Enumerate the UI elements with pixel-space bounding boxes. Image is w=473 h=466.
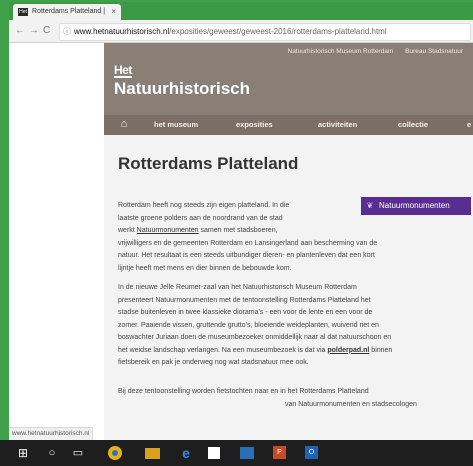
site-logo[interactable]: Het Natuurhistorisch (114, 61, 250, 98)
page-left-margin: www.hetnatuurhistorisch.nl (9, 43, 104, 440)
text-line: Rotterdam heeft nog steeds zijn eigen pl… (118, 202, 290, 209)
store-icon[interactable] (208, 447, 220, 459)
text-line: het weidse landschap verlangen. Na een m… (118, 345, 392, 358)
menu-item-more[interactable]: e (467, 115, 471, 135)
page-title: Rotterdams Platteland (118, 154, 299, 173)
windows-taskbar: ⊞ ○ ▭ e P O (0, 440, 473, 466)
task-view-icon[interactable]: ▭ (70, 445, 86, 461)
text-line: zomer. Paaiende vissen, gruttende grutto… (118, 321, 379, 329)
natuurmonumenten-logo[interactable]: ❦ Natuurmonumenten (361, 197, 471, 215)
paragraph-bike-tours: Bij deze tentoonstelling worden fietstoc… (118, 386, 417, 411)
tab-close-icon[interactable]: × (111, 4, 116, 20)
natuurmonumenten-link[interactable]: Natuurmonumenten (137, 227, 199, 234)
info-icon[interactable]: ⓘ (60, 24, 74, 40)
tab-title: Rotterdams Platteland | (32, 8, 106, 15)
chrome-icon[interactable] (108, 446, 122, 460)
text-line: boswachter Juriaan doen de museumbezoeke… (118, 334, 392, 341)
text-line: van Natuurmonumenten en stadsecologen (285, 400, 417, 408)
top-link-bureau[interactable]: Bureau Stadsnatuur (405, 48, 463, 55)
text-span: binnen (369, 346, 393, 354)
logo-het: Het (114, 63, 132, 78)
windows-start-icon[interactable]: ⊞ (15, 445, 31, 461)
back-icon[interactable]: ← (15, 20, 25, 42)
favicon-icon: Het (18, 8, 28, 16)
text-span: het weidse landschap verlangen. Na een m… (118, 346, 328, 354)
file-explorer-icon[interactable] (145, 448, 160, 459)
text-span: samen met stadsboeren, (198, 227, 278, 234)
browser-tab[interactable]: Het Rotterdams Platteland | × (13, 4, 121, 20)
address-bar: ← → C ⓘ www.hetnatuurhistorisch.nl/exposi… (9, 20, 473, 43)
app-window-icon[interactable] (240, 447, 254, 459)
url-input[interactable]: ⓘ www.hetnatuurhistorisch.nl/exposities/g… (59, 23, 471, 41)
home-icon[interactable]: ⌂ (118, 118, 130, 130)
web-page: www.hetnatuurhistorisch.nl Natuurhistori… (9, 43, 473, 440)
top-links: Natuurhistorisch Museum Rotterdam Bureau… (288, 48, 473, 55)
main-content: Rotterdams Platteland ❦ Natuurmonumenten … (104, 135, 473, 440)
paragraph-intro: Rotterdam heeft nog steeds zijn eigen pl… (118, 200, 377, 275)
top-link-museum[interactable]: Natuurhistorisch Museum Rotterdam (288, 48, 394, 55)
browser-tab-strip: Het Rotterdams Platteland | × (9, 2, 473, 20)
text-line: fietsbereik en pak je onderweg nog wat s… (118, 359, 309, 366)
menu-item-exposities[interactable]: exposities (236, 115, 273, 135)
powerpoint-icon[interactable]: P (273, 446, 286, 459)
text-line: werkt Natuurmonumenten samen met stadsbo… (118, 225, 377, 238)
url-host: www.hetnatuurhistorisch.nl (74, 27, 170, 36)
url-path: /exposities/geweest/geweest-2016/rotterd… (169, 27, 387, 36)
site-header: Natuurhistorisch Museum Rotterdam Bureau… (104, 43, 473, 115)
status-url: www.hetnatuurhistorisch.nl (9, 427, 94, 440)
text-line: laatste groene polders aan de noordrand … (118, 214, 283, 222)
screen: Het Rotterdams Platteland | × ← → C ⓘ www… (0, 0, 473, 466)
text-line: vrijwilligers en de gemeenten Rotterdam … (118, 239, 378, 247)
reload-icon[interactable]: C (43, 20, 50, 42)
logo-name: Natuurhistorisch (114, 79, 251, 98)
text-line: lijntje heeft met mens en dier binnen de… (118, 264, 292, 272)
outlook-icon[interactable]: O (305, 446, 318, 459)
edge-icon[interactable]: e (178, 445, 194, 461)
text-line: natuur. Het resultaat is een steeds uitb… (118, 252, 375, 259)
polderpad-link[interactable]: polderpad.nl (327, 347, 369, 354)
paragraph-exhibition: In de nieuwe Jelle Reumer-zaal van het N… (118, 282, 392, 370)
forward-icon[interactable]: → (29, 20, 39, 42)
text-line: Bij deze tentoonstelling worden fietstoc… (118, 388, 369, 395)
text-line: presenteert Natuurmonumenten met de tent… (118, 296, 371, 304)
badge-label: Natuurmonumenten (379, 201, 450, 210)
main-menu: ⌂ het museum exposities activiteiten col… (104, 115, 473, 135)
menu-item-museum[interactable]: het museum (154, 115, 198, 135)
menu-item-activiteiten[interactable]: activiteiten (318, 115, 357, 135)
text-span: werkt (118, 227, 137, 234)
text-line: stadse buitenleven in twee klassieke dio… (118, 309, 373, 316)
menu-item-collectie[interactable]: collectie (398, 115, 428, 135)
search-icon[interactable]: ○ (44, 445, 60, 461)
text-line: In de nieuwe Jelle Reumer-zaal van het N… (118, 284, 357, 291)
desktop-edge-left (0, 0, 9, 440)
